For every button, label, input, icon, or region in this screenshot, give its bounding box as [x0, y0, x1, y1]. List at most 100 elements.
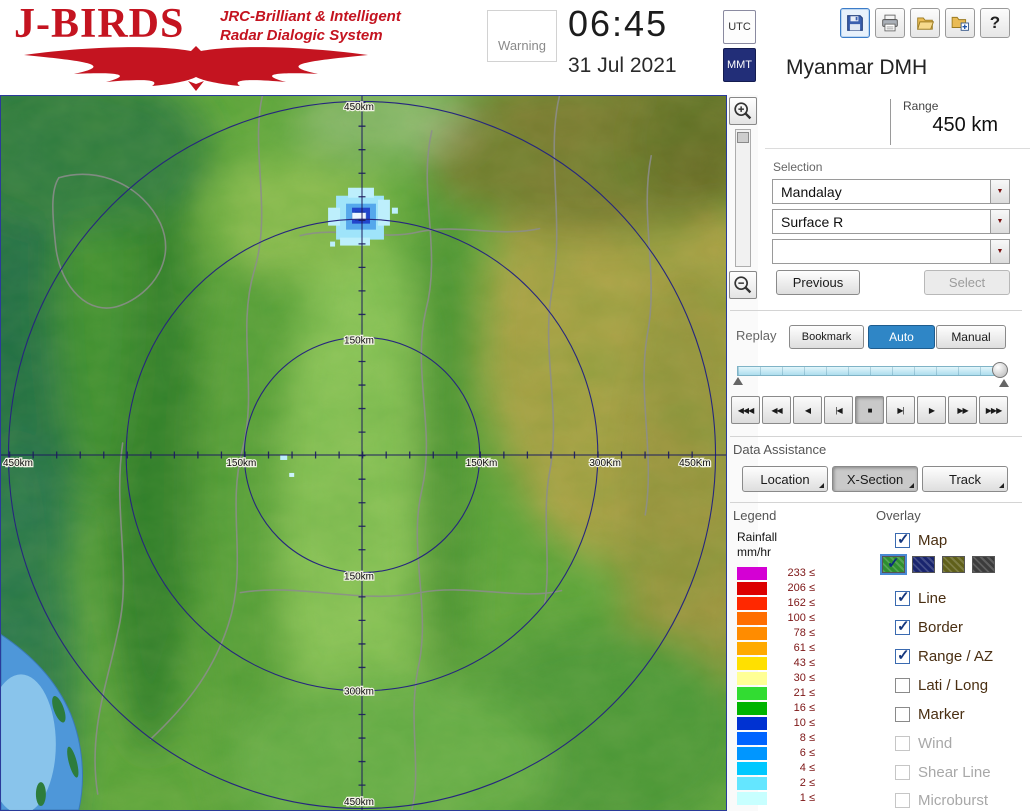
- legend-color-swatch: [737, 627, 767, 640]
- divider: [730, 310, 1022, 311]
- overlay-item-line[interactable]: Line: [895, 589, 946, 607]
- map-label-150-vbottom: 150km: [344, 572, 374, 583]
- station-dropdown[interactable]: Mandalay ▼: [772, 179, 1010, 204]
- chevron-down-icon[interactable]: ▼: [990, 240, 1009, 263]
- option-dropdown[interactable]: ▼: [772, 239, 1010, 264]
- save-icon: [846, 14, 864, 32]
- track-button[interactable]: Track: [922, 466, 1008, 492]
- transport-play-button[interactable]: ▶: [917, 396, 946, 424]
- bookmark-button[interactable]: Bookmark: [789, 325, 864, 349]
- legend-row: 10 ≤: [737, 716, 815, 730]
- transport-controls: ◀◀◀ ◀◀ ◀ |◀ ■ ▶| ▶ ▶▶ ▶▶▶: [731, 396, 1008, 424]
- legend-value: 43 ≤: [767, 657, 815, 669]
- border-checkbox[interactable]: [895, 620, 910, 635]
- product-dropdown-value: Surface R: [773, 214, 990, 230]
- legend-color-swatch: [737, 792, 767, 805]
- overlay-item-shear-line: Shear Line: [895, 763, 991, 781]
- legend-value: 206 ≤: [767, 582, 815, 594]
- legend-value: 8 ≤: [767, 732, 815, 744]
- replay-timeline-slider[interactable]: [737, 366, 1005, 376]
- zoom-out-button[interactable]: [729, 271, 757, 299]
- legend-row: 2 ≤: [737, 776, 815, 790]
- export-icon: [951, 14, 969, 32]
- legend-row: 8 ≤: [737, 731, 815, 745]
- map-style-terrain-green[interactable]: [882, 556, 905, 573]
- zoom-slider-thumb[interactable]: [737, 132, 749, 143]
- open-folder-button[interactable]: [910, 8, 940, 38]
- help-button[interactable]: ?: [980, 8, 1010, 38]
- transport-rewind-button[interactable]: ◀◀: [762, 396, 791, 424]
- overlay-item-border[interactable]: Border: [895, 618, 963, 636]
- legend-value: 61 ≤: [767, 642, 815, 654]
- x-section-button[interactable]: X-Section: [832, 466, 918, 492]
- chevron-down-icon[interactable]: ▼: [990, 210, 1009, 233]
- range-az-checkbox[interactable]: [895, 649, 910, 664]
- selection-label: Selection: [773, 160, 822, 174]
- legend-color-swatch: [737, 642, 767, 655]
- zoom-slider[interactable]: [735, 129, 751, 267]
- overlay-item-map[interactable]: Map: [895, 531, 947, 549]
- legend-value: 78 ≤: [767, 627, 815, 639]
- overlay-item-label: Wind: [918, 735, 952, 752]
- legend-row: 162 ≤: [737, 596, 815, 610]
- legend-value: 10 ≤: [767, 717, 815, 729]
- overlay-item-label: Line: [918, 590, 946, 607]
- product-dropdown[interactable]: Surface R ▼: [772, 209, 1010, 234]
- transport-stop-button[interactable]: ■: [855, 396, 884, 424]
- legend-value: 100 ≤: [767, 612, 815, 624]
- manual-button[interactable]: Manual: [936, 325, 1006, 349]
- legend-color-swatch: [737, 567, 767, 580]
- warning-label: Warning: [498, 38, 546, 53]
- legend-row: 206 ≤: [737, 581, 815, 595]
- print-icon: [881, 14, 899, 32]
- clock-time: 06:45: [568, 3, 668, 45]
- lati-long-checkbox[interactable]: [895, 678, 910, 693]
- save-button[interactable]: [840, 8, 870, 38]
- legend-row: 6 ≤: [737, 746, 815, 760]
- legend-row: 78 ≤: [737, 626, 815, 640]
- transport-forward-button[interactable]: ▶▶: [948, 396, 977, 424]
- legend-row: 43 ≤: [737, 656, 815, 670]
- overlay-item-marker[interactable]: Marker: [895, 705, 965, 723]
- station-name: Myanmar DMH: [786, 56, 927, 80]
- map-label-150-right: 150Km: [466, 458, 498, 469]
- eagle-logo-icon: [10, 44, 390, 92]
- map-label-450-top: 450km: [344, 102, 374, 113]
- legend-value: 16 ≤: [767, 702, 815, 714]
- overlay-item-label: Border: [918, 619, 963, 636]
- overlay-item-wind: Wind: [895, 734, 952, 752]
- mmt-button[interactable]: MMT: [723, 48, 756, 82]
- legend-row: 1 ≤: [737, 791, 815, 805]
- legend-row: 61 ≤: [737, 641, 815, 655]
- transport-jump-start-button[interactable]: |◀: [824, 396, 853, 424]
- map-style-dark-gray[interactable]: [972, 556, 995, 573]
- zoom-in-button[interactable]: [729, 97, 757, 125]
- transport-rewind-fast-button[interactable]: ◀◀◀: [731, 396, 760, 424]
- overlay-item-range-az[interactable]: Range / AZ: [895, 647, 993, 665]
- utc-button[interactable]: UTC: [723, 10, 756, 44]
- transport-step-back-button[interactable]: ◀: [793, 396, 822, 424]
- microburst-checkbox: [895, 793, 910, 808]
- map-checkbox[interactable]: [895, 533, 910, 548]
- radar-map[interactable]: 450km 150km 150km 300km 450km 450km 150k…: [0, 95, 727, 811]
- map-style-dark-olive[interactable]: [942, 556, 965, 573]
- location-button[interactable]: Location: [742, 466, 828, 492]
- radar-map-canvas: 450km 150km 150km 300km 450km 450km 150k…: [1, 96, 726, 810]
- marker-checkbox[interactable]: [895, 707, 910, 722]
- slider-end-marker-icon: [999, 379, 1009, 387]
- chevron-down-icon[interactable]: ▼: [990, 180, 1009, 203]
- map-label-300-vbottom: 300km: [344, 686, 374, 697]
- overlay-item-lati-long[interactable]: Lati / Long: [895, 676, 988, 694]
- transport-jump-end-button[interactable]: ▶|: [886, 396, 915, 424]
- replay-slider-thumb[interactable]: [992, 362, 1008, 378]
- legend-color-swatch: [737, 717, 767, 730]
- print-button[interactable]: [875, 8, 905, 38]
- line-checkbox[interactable]: [895, 591, 910, 606]
- select-button[interactable]: Select: [924, 270, 1010, 295]
- map-style-dark-blue[interactable]: [912, 556, 935, 573]
- transport-forward-fast-button[interactable]: ▶▶▶: [979, 396, 1008, 424]
- previous-button[interactable]: Previous: [776, 270, 860, 295]
- export-button[interactable]: [945, 8, 975, 38]
- map-label-150-vtop: 150km: [344, 335, 374, 346]
- auto-button[interactable]: Auto: [868, 325, 935, 349]
